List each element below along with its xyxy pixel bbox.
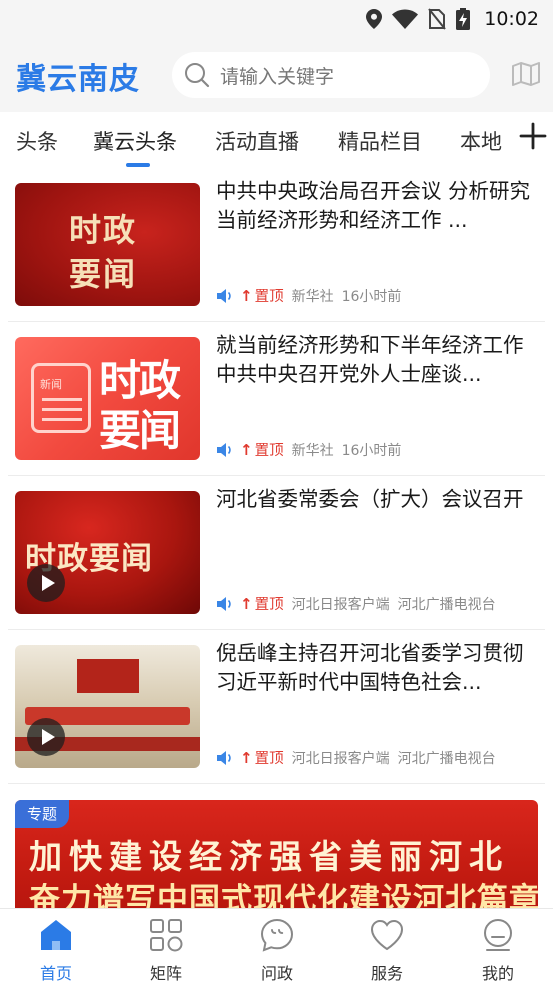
- news-time: 16小时前: [341, 288, 402, 305]
- news-source: 河北广播电视台: [397, 750, 496, 767]
- audio-icon[interactable]: [216, 750, 234, 766]
- nav-label: 首页: [39, 964, 72, 983]
- thumbnail-text: 要闻: [69, 255, 138, 293]
- news-source: 新华社: [291, 442, 334, 459]
- nav-label: 我的: [481, 964, 514, 983]
- thumbnail-text: 新闻: [40, 378, 62, 391]
- banner-headline: 加快建设经济强省美丽河北: [29, 837, 509, 876]
- news-thumbnail: 时政要闻: [15, 491, 200, 614]
- play-button[interactable]: [27, 718, 65, 756]
- nav-matrix[interactable]: 矩阵: [126, 917, 206, 983]
- thumbnail-text: 要闻: [99, 406, 181, 455]
- search-placeholder: 请输入关键字: [220, 65, 335, 88]
- no-sim-icon: [428, 8, 447, 30]
- heart-icon: [370, 919, 404, 951]
- news-item[interactable]: 时政 要闻 中共中央政治局召开会议 分析研究当前经济形势和经济工作 ... ↑ 置…: [0, 175, 553, 329]
- news-title[interactable]: 中共中央政治局召开会议 分析研究当前经济形势和经济工作 ...: [216, 177, 538, 235]
- active-tab-indicator: [126, 163, 150, 167]
- pin-up-icon: ↑: [240, 286, 253, 305]
- news-meta: ↑ 置顶 河北日报客户端 河北广播电视台: [216, 747, 504, 768]
- pinned-badge: ↑ 置顶: [240, 593, 284, 614]
- thumbnail-text: 时政: [69, 211, 138, 249]
- play-button[interactable]: [27, 564, 65, 602]
- pinned-badge: ↑ 置顶: [240, 285, 284, 306]
- special-topic-banner[interactable]: 专题 加快建设经济强省美丽河北 奋力谱写中国式现代化建设河北篇章: [15, 800, 538, 910]
- grid-icon: [150, 919, 183, 952]
- chat-icon: [260, 918, 294, 952]
- status-time: 10:02: [484, 8, 539, 30]
- news-item[interactable]: 新闻 时政 要闻 就当前经济形势和下半年经济工作 中共中央召开党外人士座谈...…: [0, 329, 553, 483]
- news-title[interactable]: 就当前经济形势和下半年经济工作 中共中央召开党外人士座谈...: [216, 331, 538, 389]
- map-icon[interactable]: [511, 60, 541, 88]
- pin-up-icon: ↑: [240, 748, 253, 767]
- audio-icon[interactable]: [216, 288, 234, 304]
- news-meta: ↑ 置顶 新华社 16小时前: [216, 285, 409, 306]
- profile-icon: [484, 919, 512, 951]
- divider: [8, 783, 545, 784]
- tab-live-events[interactable]: 活动直播: [215, 126, 299, 156]
- news-time: 16小时前: [341, 442, 402, 459]
- news-meta: ↑ 置顶 河北日报客户端 河北广播电视台: [216, 593, 504, 614]
- meeting-backdrop: [77, 659, 139, 693]
- news-thumbnail: [15, 645, 200, 768]
- news-thumbnail: 时政 要闻: [15, 183, 200, 306]
- nav-label: 矩阵: [149, 964, 182, 983]
- tab-headlines[interactable]: 头条: [16, 126, 58, 156]
- tab-local[interactable]: 本地: [460, 126, 502, 156]
- news-meta: ↑ 置顶 新华社 16小时前: [216, 439, 409, 460]
- news-title[interactable]: 河北省委常委会（扩大）会议召开: [216, 485, 538, 514]
- news-source: 河北日报客户端: [291, 596, 390, 613]
- nav-services[interactable]: 服务: [347, 917, 427, 983]
- tab-jiyun-headlines[interactable]: 冀云头条: [93, 126, 177, 156]
- pinned-badge: ↑ 置顶: [240, 439, 284, 460]
- battery-charging-icon: [456, 8, 471, 30]
- wifi-icon: [392, 9, 419, 29]
- search-input[interactable]: 请输入关键字: [172, 52, 490, 98]
- divider: [8, 321, 545, 322]
- home-icon: [41, 920, 71, 950]
- nav-inquiry[interactable]: 问政: [237, 917, 317, 983]
- pin-label: 置顶: [254, 597, 284, 613]
- pin-up-icon: ↑: [240, 440, 253, 459]
- divider: [8, 629, 545, 630]
- nav-label: 问政: [260, 964, 293, 983]
- header: 冀云南皮 请输入关键字: [0, 50, 553, 100]
- news-item[interactable]: 时政要闻 河北省委常委会（扩大）会议召开 ↑ 置顶 河北日报客户端 河北广播电视台: [0, 483, 553, 637]
- divider: [8, 475, 545, 476]
- search-icon: [185, 63, 210, 88]
- audio-icon[interactable]: [216, 596, 234, 612]
- status-icons: 10:02: [366, 6, 539, 32]
- location-icon: [366, 9, 383, 29]
- news-item[interactable]: 倪岳峰主持召开河北省委学习贯彻习近平新时代中国特色社会... ↑ 置顶 河北日报客…: [0, 637, 553, 791]
- channel-tabs: 头条 冀云头条 活动直播 精品栏目 本地: [0, 112, 553, 168]
- pin-label: 置顶: [254, 443, 284, 459]
- news-source: 新华社: [291, 288, 334, 305]
- news-thumbnail: 新闻 时政 要闻: [15, 337, 200, 460]
- pin-label: 置顶: [254, 289, 284, 305]
- top-area: 10:02 冀云南皮 请输入关键字: [0, 0, 553, 112]
- bottom-nav: 首页 矩阵 问政 服务 我的: [0, 908, 553, 983]
- news-source: 河北广播电视台: [397, 596, 496, 613]
- add-channel-icon[interactable]: [519, 122, 547, 150]
- nav-home[interactable]: 首页: [16, 917, 96, 983]
- tab-featured-columns[interactable]: 精品栏目: [338, 126, 422, 156]
- special-topic-tag: 专题: [15, 800, 70, 828]
- pin-label: 置顶: [254, 751, 284, 767]
- app-title: 冀云南皮: [16, 62, 140, 97]
- news-title[interactable]: 倪岳峰主持召开河北省委学习贯彻习近平新时代中国特色社会...: [216, 639, 538, 697]
- pin-up-icon: ↑: [240, 594, 253, 613]
- news-source: 河北日报客户端: [291, 750, 390, 767]
- banner-subheadline: 奋力谱写中国式现代化建设河北篇章: [29, 882, 538, 910]
- nav-label: 服务: [370, 964, 403, 983]
- nav-profile[interactable]: 我的: [458, 917, 538, 983]
- status-bar: 10:02: [0, 0, 553, 38]
- audio-icon[interactable]: [216, 442, 234, 458]
- pinned-badge: ↑ 置顶: [240, 747, 284, 768]
- newspaper-icon: 新闻: [31, 363, 91, 433]
